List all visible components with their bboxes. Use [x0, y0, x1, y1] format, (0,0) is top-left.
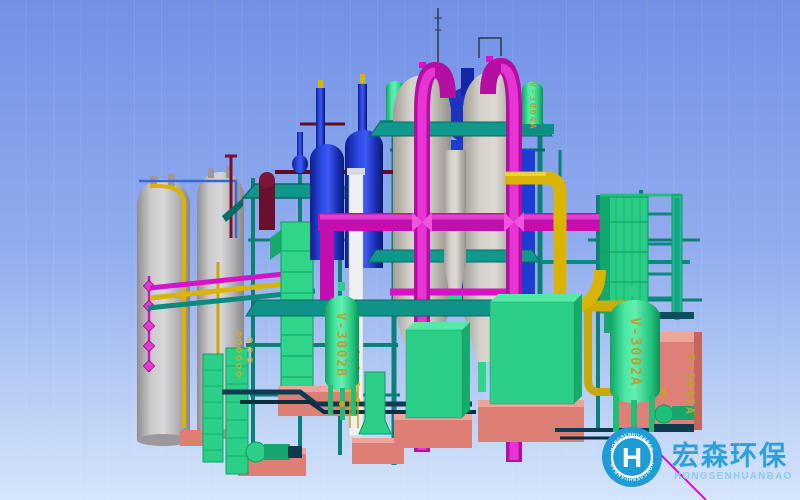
- plant-render: V-3002B V-3002A V-3004A P-3002A H HONGSE…: [0, 0, 800, 500]
- pipe-bracket: [658, 312, 694, 319]
- logo-name-en: HONGSENHUANBAO: [674, 471, 792, 482]
- tank-nozzle: [208, 168, 214, 178]
- green-tank-block-2: [490, 294, 582, 404]
- logo-badge-letter: H: [622, 442, 642, 473]
- label-v3004a: V-3004A: [527, 82, 537, 130]
- plant-3d-scene: V-3002B V-3002A V-3004A P-3002A H HONGSE…: [0, 0, 800, 500]
- logo-name-zh: 宏森环保: [672, 440, 788, 472]
- label-p3002a: P-3002A: [683, 354, 697, 415]
- label-v3002a: V-3002A: [627, 317, 643, 387]
- green-tank-block-1: [406, 322, 470, 418]
- label-v3002b: V-3002B: [333, 312, 348, 377]
